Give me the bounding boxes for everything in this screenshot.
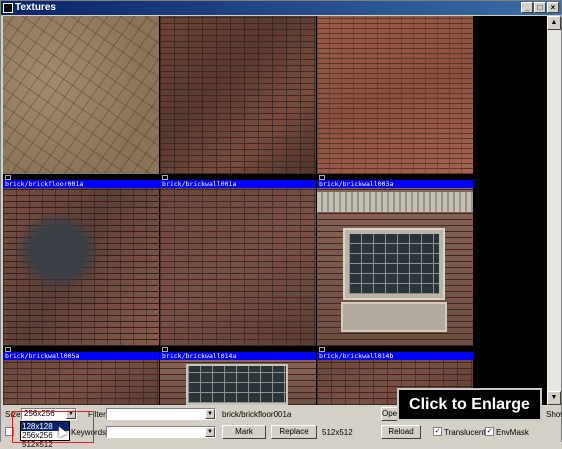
reload-button[interactable]: Reload [381, 425, 421, 439]
texture-tile[interactable] [160, 360, 316, 405]
window-frame [343, 228, 445, 300]
texture-thumbnail[interactable] [160, 16, 316, 174]
mark-button-label: Mark [235, 427, 253, 436]
texture-dimensions: 512x512 [322, 428, 353, 437]
envmask-label: EnvMask [496, 428, 529, 437]
click-to-enlarge-button[interactable]: Click to Enlarge [397, 388, 542, 421]
texture-thumbnail[interactable] [317, 188, 473, 346]
close-button[interactable]: × [547, 2, 559, 13]
translucent-checkbox[interactable]: ✓ [433, 427, 442, 436]
window-glass [349, 234, 439, 294]
replace-button-label: Replace [279, 427, 309, 436]
texture-tile[interactable]: brick/brickwall003a [317, 16, 473, 188]
texture-tile[interactable] [3, 360, 159, 405]
filter-select[interactable]: ▼ [106, 408, 216, 420]
envmask-checkbox[interactable]: ✓ [485, 427, 494, 436]
reload-button-label: Reload [388, 427, 414, 436]
window-title: Textures [15, 2, 56, 13]
texture-label: brick/brickwall014a [160, 352, 316, 360]
texture-label: brick/brickwall001a [160, 180, 316, 188]
texture-tile[interactable]: brick/brickwall014a [160, 188, 316, 360]
show-label: Show [546, 410, 562, 419]
minimize-button[interactable]: _ [521, 2, 533, 13]
replace-button[interactable]: Replace [271, 425, 317, 439]
cornice [317, 192, 473, 212]
texture-thumbnail[interactable] [3, 188, 159, 346]
texture-tile[interactable]: brick/brickwall014b [317, 188, 473, 360]
texture-label: brick/brickfloor001a [3, 180, 159, 188]
texture-thumbnail[interactable] [160, 188, 316, 346]
texture-label: brick/brickwall003a [317, 180, 473, 188]
chevron-down-icon[interactable]: ▼ [205, 409, 215, 419]
annotation-highlight-box [12, 411, 94, 443]
texture-thumbnail[interactable] [317, 16, 473, 174]
window-panel [341, 302, 447, 332]
texture-label: brick/brickwall014b [317, 352, 473, 360]
texture-thumbnail[interactable] [160, 360, 316, 405]
title-bar[interactable]: Textures _ □ × [1, 1, 561, 15]
texture-grid: brick/brickfloor001a brick/brickwall001a b… [3, 16, 473, 405]
texture-viewport: brick/brickfloor001a brick/brickwall001a b… [3, 16, 547, 405]
textures-window: Textures _ □ × brick/brickfloor001a brick… [0, 0, 562, 449]
mark-button[interactable]: Mark [222, 425, 266, 439]
texture-thumbnail[interactable] [3, 360, 159, 405]
texture-tile[interactable]: brick/brickfloor001a [3, 16, 159, 188]
texture-tile[interactable]: brick/brickwall001a [160, 16, 316, 188]
texture-label: brick/brickwall005a [3, 352, 159, 360]
window-frame [186, 364, 288, 405]
scroll-down-arrow[interactable]: ▼ [547, 391, 561, 405]
title-buttons: _ □ × [521, 2, 559, 13]
translucent-label: Translucent [444, 428, 486, 437]
enlarge-label: Click to Enlarge [409, 396, 530, 413]
maximize-button[interactable]: □ [534, 2, 546, 13]
keywords-select[interactable]: ▼ [106, 426, 216, 438]
app-icon [3, 3, 13, 13]
texture-thumbnail[interactable] [3, 16, 159, 174]
selected-texture-name: brick/brickfloor001a [222, 410, 292, 419]
texture-tile[interactable]: brick/brickwall005a [3, 188, 159, 360]
vertical-scrollbar[interactable]: ▲ ▼ [547, 16, 561, 405]
chevron-down-icon[interactable]: ▼ [205, 427, 215, 437]
scroll-up-arrow[interactable]: ▲ [547, 16, 561, 30]
